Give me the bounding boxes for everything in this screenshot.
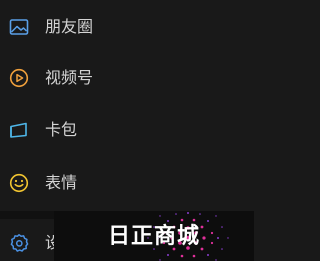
menu-item-card-wallet[interactable]: 卡包 xyxy=(0,105,254,157)
menu-item-label: 视频号 xyxy=(45,68,94,87)
menu-item-stickers[interactable]: 表情 xyxy=(0,157,254,209)
discover-menu: 朋友圈 视频号 卡包 表情 设 日正商城 xyxy=(0,0,254,261)
menu-item-channels[interactable]: 视频号 xyxy=(0,53,254,105)
settings-icon xyxy=(9,233,29,253)
moments-icon xyxy=(9,17,29,37)
menu-item-moments[interactable]: 朋友圈 xyxy=(0,1,254,53)
menu-item-label: 卡包 xyxy=(45,120,78,139)
watermark-text: 日正商城 xyxy=(108,224,201,249)
menu-item-label: 表情 xyxy=(45,173,78,192)
channels-icon xyxy=(9,68,29,88)
menu-item-label: 朋友圈 xyxy=(45,17,94,36)
sticker-icon xyxy=(9,173,29,193)
watermark-logo: 日正商城 xyxy=(54,211,254,261)
card-wallet-icon xyxy=(9,120,29,140)
